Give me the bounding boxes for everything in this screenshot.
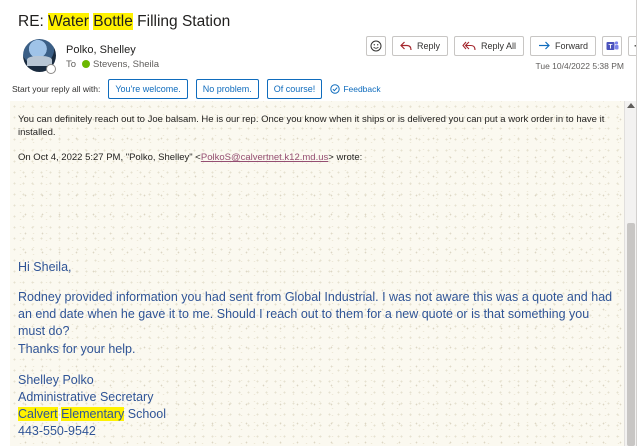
share-to-teams-button[interactable]: T: [602, 36, 623, 56]
reply-all-icon: [462, 41, 476, 51]
signature-name: Shelley Polko: [18, 373, 94, 387]
to-label: To: [66, 59, 77, 70]
subject-highlight-bottle: Bottle: [93, 13, 133, 30]
subject-rest: Filling Station: [132, 13, 231, 30]
signature-phone: 443-550-9542: [18, 424, 96, 438]
message-body: You can definitely reach out to Joe bals…: [10, 101, 624, 446]
suggested-replies: Start your reply all with: You're welcom…: [12, 79, 381, 99]
quote-header-suffix: > wrote:: [328, 152, 363, 163]
feedback-link[interactable]: Feedback: [330, 84, 381, 94]
signature-title: Administrative Secretary: [18, 390, 154, 404]
smiley-icon: [370, 40, 382, 52]
reply-icon: [400, 41, 412, 51]
available-status-icon: [82, 60, 91, 68]
reply-all-label: Reply All: [481, 41, 517, 51]
sender-email-link[interactable]: PolkoS@calvertnet.k12.md.us: [201, 152, 328, 163]
reading-pane-toolbar: Reply Reply All Forward T ···: [366, 36, 637, 58]
suggested-reply-button[interactable]: Of course!: [266, 79, 323, 99]
recipient-name[interactable]: Stevens, Sheila: [93, 59, 159, 70]
signature-school: Calvert Elementary School: [18, 406, 614, 423]
quoted-greeting: Hi Sheila,: [18, 260, 72, 274]
reply-all-button[interactable]: Reply All: [454, 36, 525, 56]
feedback-icon: [330, 84, 341, 94]
presence-status-icon: [46, 64, 56, 74]
reply-label: Reply: [417, 41, 441, 51]
sender-name[interactable]: Polko, Shelley: [66, 44, 136, 56]
suggested-replies-prompt: Start your reply all with:: [12, 84, 101, 94]
scrollbar-thumb[interactable]: [627, 223, 635, 446]
emoji-reaction-button[interactable]: [366, 36, 386, 56]
school-rest: School: [124, 407, 167, 421]
subject-highlight-water: Water: [48, 13, 89, 30]
forward-icon: [539, 41, 550, 50]
email-subject: RE: Water Bottle Filling Station: [18, 13, 230, 31]
forward-label: Forward: [555, 41, 589, 51]
quoted-paragraph: Rodney provided information you had sent…: [18, 290, 613, 338]
suggested-reply-button[interactable]: No problem.: [195, 79, 259, 99]
subject-prefix: RE:: [18, 13, 49, 30]
reply-text: You can definitely reach out to Joe bals…: [18, 114, 605, 138]
school-highlight-elementary: Elementary: [61, 407, 125, 421]
forward-button[interactable]: Forward: [530, 36, 597, 56]
recipient-line: To Stevens, Sheila: [66, 59, 159, 70]
quote-header-prefix: On Oct 4, 2022 5:27 PM, "Polko, Shelley"…: [18, 152, 201, 163]
quoted-thanks: Thanks for your help.: [18, 342, 136, 356]
suggested-reply-button[interactable]: You're welcome.: [108, 79, 188, 99]
message-date: Tue 10/4/2022 5:38 PM: [535, 61, 624, 71]
svg-text:T: T: [608, 44, 612, 51]
reply-button[interactable]: Reply: [392, 36, 449, 56]
teams-icon: T: [606, 41, 619, 51]
school-highlight-calvert: Calvert: [18, 407, 58, 421]
feedback-label: Feedback: [343, 84, 381, 94]
scroll-up-arrow-icon[interactable]: [627, 103, 635, 108]
quote-header: On Oct 4, 2022 5:27 PM, "Polko, Shelley"…: [18, 152, 362, 163]
